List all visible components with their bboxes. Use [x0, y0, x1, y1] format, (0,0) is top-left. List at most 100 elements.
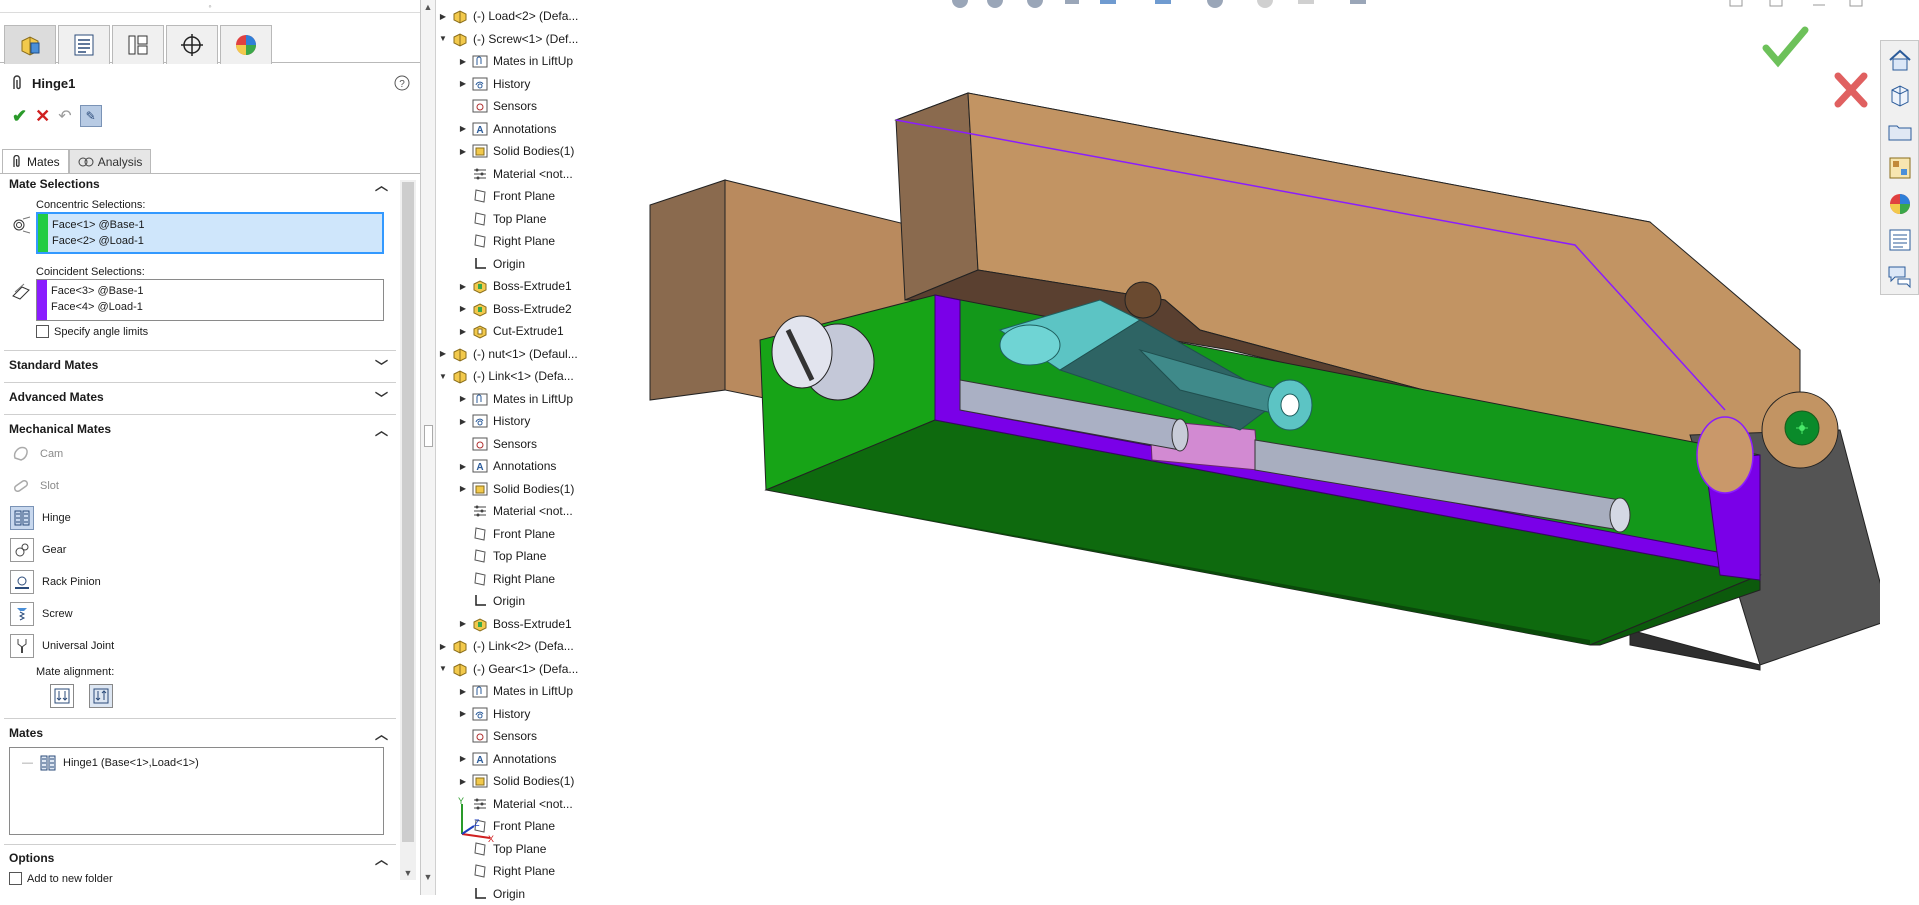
tile-icon[interactable]	[1769, 0, 1783, 7]
tab-analysis[interactable]: Analysis	[68, 149, 152, 173]
tree-feature-row[interactable]: ▶ Mates in LiftUp	[457, 388, 573, 410]
tree-feature-row[interactable]: Origin	[457, 253, 525, 275]
tree-component-row[interactable]: ▼ (-) Link<1> (Defa...	[437, 365, 574, 387]
expand-arrow-icon[interactable]: ▶	[457, 462, 469, 471]
tree-feature-row[interactable]: Front Plane	[457, 523, 555, 545]
maximize-icon[interactable]	[1849, 0, 1863, 7]
tree-feature-row[interactable]: Sensors	[457, 725, 537, 747]
expand-arrow-icon[interactable]: ▶	[437, 642, 449, 651]
tree-feature-row[interactable]: ▶ A Annotations	[457, 455, 556, 477]
view-settings-icon[interactable]	[1350, 0, 1366, 4]
chevron-up-icon[interactable]: ︿	[375, 175, 388, 194]
expand-arrow-icon[interactable]: ▶	[457, 687, 469, 696]
tree-feature-row[interactable]: ▶ History	[457, 703, 530, 725]
section-mates[interactable]: Mates ︿	[0, 720, 400, 746]
screw-head-face[interactable]	[771, 315, 833, 389]
tree-feature-row[interactable]: ▶ Cut-Extrude1	[457, 320, 564, 342]
tree-feature-row[interactable]: ▶ History	[457, 410, 530, 432]
tree-feature-row[interactable]: ▶ A Annotations	[457, 118, 556, 140]
link1-boss[interactable]	[999, 324, 1061, 366]
task-pane-file-explorer[interactable]	[1883, 115, 1917, 149]
tree-feature-row[interactable]: Right Plane	[457, 568, 555, 590]
scrollbar-thumb[interactable]	[402, 182, 414, 842]
section-advanced-mates[interactable]: Advanced Mates ﹀	[0, 384, 400, 410]
chevron-up-icon[interactable]: ︿	[375, 420, 388, 439]
expand-arrow-icon[interactable]: ▶	[457, 147, 469, 156]
chevron-down-icon[interactable]: ﹀	[375, 388, 388, 407]
expand-arrow-icon[interactable]: ▶	[437, 12, 449, 21]
chevron-up-icon[interactable]: ︿	[375, 849, 388, 868]
section-view-icon[interactable]	[1065, 0, 1079, 4]
mates-list[interactable]: — Hinge1 (Base<1>,Load<1>)	[9, 747, 384, 835]
expand-arrow-icon[interactable]: ▶	[457, 282, 469, 291]
expand-arrow-icon[interactable]: ▶	[457, 327, 469, 336]
expand-arrow-icon[interactable]: ▶	[457, 79, 469, 88]
view-orientation-icon[interactable]	[1100, 0, 1116, 4]
section-mechanical-mates[interactable]: Mechanical Mates ︿	[0, 416, 400, 442]
tree-feature-row[interactable]: ▶ Mates in LiftUp	[457, 680, 573, 702]
mate-option-slot[interactable]: Slot	[10, 474, 59, 498]
tree-feature-row[interactable]: ▶ Boss-Extrude1	[457, 275, 572, 297]
cancel-x-icon[interactable]: ✕	[35, 106, 50, 127]
window-controls[interactable]	[1729, 0, 1880, 7]
tree-feature-row[interactable]: Front Plane	[457, 185, 555, 207]
scroll-up-arrow-icon[interactable]: ▲	[421, 2, 435, 12]
tree-feature-row[interactable]: ▶ Solid Bodies(1)	[457, 140, 574, 162]
tree-feature-row[interactable]: Right Plane	[457, 860, 555, 882]
base-right-bottom-face[interactable]	[1629, 629, 1761, 671]
tab-property-manager[interactable]	[58, 25, 110, 64]
section-mate-selections[interactable]: Mate Selections ︿	[0, 171, 400, 197]
ok-check-icon[interactable]: ✔	[12, 106, 27, 127]
assembly-model[interactable]	[649, 92, 1880, 671]
tree-feature-row[interactable]: ▶ Solid Bodies(1)	[457, 478, 574, 500]
coincident-selection-box[interactable]: Face<3> @Base-1 Face<4> @Load-1	[36, 279, 384, 321]
panel-grip[interactable]: ◦	[0, 0, 420, 13]
load-block-left-face[interactable]	[649, 179, 726, 401]
scroll-down-arrow-icon[interactable]: ▼	[421, 872, 435, 882]
expand-arrow-icon[interactable]: ▶	[457, 417, 469, 426]
expand-arrow-icon[interactable]: ▶	[457, 754, 469, 763]
link2-hole[interactable]	[1280, 393, 1300, 417]
task-pane-view-palette[interactable]	[1883, 151, 1917, 185]
list-item[interactable]: — Hinge1 (Base<1>,Load<1>)	[22, 754, 199, 772]
collapse-arrow-icon[interactable]: ▼	[437, 34, 449, 43]
tree-feature-row[interactable]: Right Plane	[457, 230, 555, 252]
anti-aligned-button[interactable]	[89, 684, 113, 708]
tree-feature-row[interactable]: ▶ Boss-Extrude1	[457, 613, 572, 635]
section-options[interactable]: Options ︿	[0, 845, 400, 871]
mate-option-universal-joint[interactable]: Universal Joint	[10, 634, 114, 658]
edit-appearance-icon[interactable]	[1257, 0, 1273, 8]
tab-feature-manager[interactable]	[4, 25, 56, 64]
expand-arrow-icon[interactable]: ▶	[457, 57, 469, 66]
selection-item[interactable]: Face<4> @Load-1	[51, 299, 144, 315]
tab-dimxpert-manager[interactable]	[166, 25, 218, 64]
expand-arrow-icon[interactable]: ▶	[457, 709, 469, 718]
tree-feature-row[interactable]: ▶ History	[457, 73, 530, 95]
panel-splitter[interactable]: ▲ ▼	[421, 0, 436, 895]
task-pane-appearances[interactable]	[1883, 187, 1917, 221]
tree-component-row[interactable]: ▼ (-) Screw<1> (Def...	[437, 28, 578, 50]
restore-icon[interactable]	[1729, 0, 1743, 7]
collapse-arrow-icon[interactable]: ▼	[437, 664, 449, 673]
previous-view-icon[interactable]	[1027, 0, 1043, 8]
tree-feature-row[interactable]: Top Plane	[457, 545, 546, 567]
expand-arrow-icon[interactable]: ▶	[457, 484, 469, 493]
zoom-to-fit-icon[interactable]	[952, 0, 968, 8]
mate-option-rack-pinion[interactable]: Rack Pinion	[10, 570, 101, 594]
screw-right-end[interactable]	[1609, 497, 1631, 533]
pin-icon[interactable]: ✎	[79, 105, 102, 127]
tree-feature-row[interactable]: Origin	[457, 883, 525, 905]
aligned-button[interactable]	[50, 684, 74, 708]
chevron-up-icon[interactable]: ︿	[375, 724, 388, 743]
selection-item[interactable]: Face<3> @Base-1	[51, 283, 144, 299]
expand-arrow-icon[interactable]: ▶	[457, 777, 469, 786]
graphics-viewport[interactable]	[640, 0, 1880, 895]
concentric-selection-box[interactable]: Face<1> @Base-1 Face<2> @Load-1	[36, 212, 384, 254]
section-standard-mates[interactable]: Standard Mates ﹀	[0, 352, 400, 378]
tree-feature-row[interactable]: Sensors	[457, 95, 537, 117]
zoom-area-icon[interactable]	[987, 0, 1003, 8]
mate-option-cam[interactable]: Cam	[10, 442, 63, 466]
tree-feature-row[interactable]: Top Plane	[457, 208, 546, 230]
confirm-cancel-icon[interactable]	[1834, 72, 1868, 108]
tree-feature-row[interactable]: ▶ Boss-Extrude2	[457, 298, 572, 320]
